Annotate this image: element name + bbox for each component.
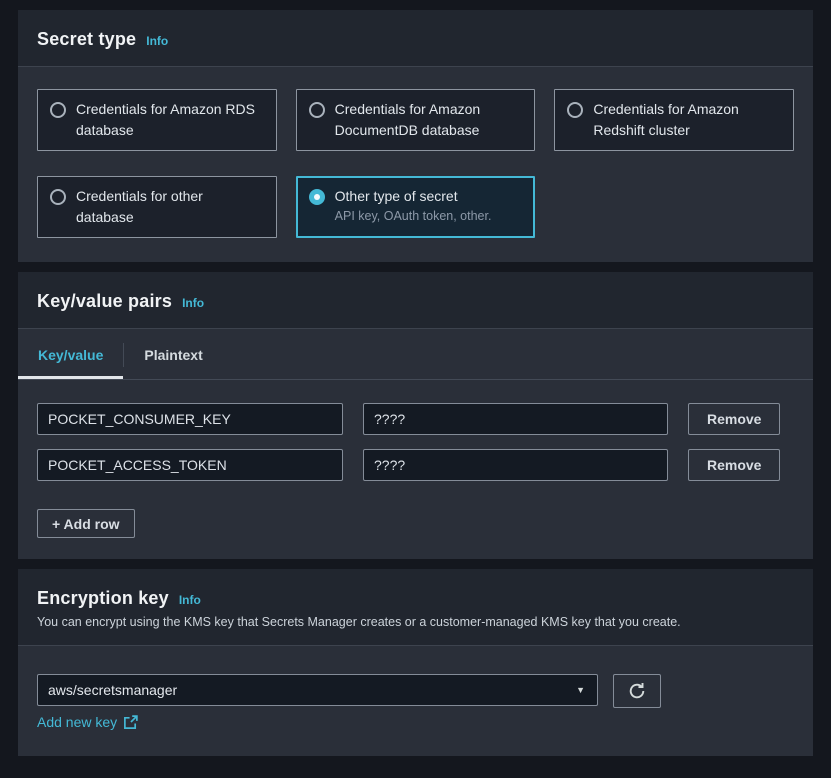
key-value-pairs-info-link[interactable]: Info: [182, 296, 204, 310]
option-label: Credentials for Amazon DocumentDB databa…: [335, 99, 523, 141]
refresh-button[interactable]: [613, 674, 661, 708]
add-new-key-label: Add new key: [37, 714, 117, 730]
secret-type-body: Credentials for Amazon RDS database Cred…: [18, 67, 813, 262]
kv-row: Remove: [37, 449, 794, 481]
radio-unchecked-icon[interactable]: [50, 189, 66, 205]
kv-row: Remove: [37, 403, 794, 435]
encryption-key-title: Encryption key: [37, 588, 169, 609]
option-card-rds[interactable]: Credentials for Amazon RDS database: [37, 89, 277, 151]
radio-unchecked-icon[interactable]: [309, 102, 325, 118]
kv-value-input[interactable]: [363, 403, 668, 435]
option-label: Credentials for Amazon RDS database: [76, 99, 264, 141]
option-label: Other type of secret: [335, 186, 492, 207]
remove-row-button[interactable]: Remove: [688, 403, 780, 435]
key-value-pairs-title: Key/value pairs: [37, 291, 172, 312]
encryption-key-body: aws/secretsmanager ▼ Add new key: [18, 646, 813, 756]
radio-unchecked-icon[interactable]: [50, 102, 66, 118]
tab-key-value[interactable]: Key/value: [18, 329, 123, 379]
option-label: Credentials for other database: [76, 186, 264, 228]
secret-type-title: Secret type: [37, 29, 136, 50]
kv-key-input[interactable]: [37, 403, 343, 435]
kms-key-selected-value: aws/secretsmanager: [48, 682, 177, 698]
option-card-other-database[interactable]: Credentials for other database: [37, 176, 277, 238]
option-card-redshift[interactable]: Credentials for Amazon Redshift cluster: [554, 89, 794, 151]
encryption-key-info-link[interactable]: Info: [179, 593, 201, 607]
radio-unchecked-icon[interactable]: [567, 102, 583, 118]
encryption-key-panel: Encryption key Info You can encrypt usin…: [18, 569, 813, 756]
add-new-key-link[interactable]: Add new key: [37, 714, 138, 730]
secret-type-info-link[interactable]: Info: [146, 34, 168, 48]
kms-key-select[interactable]: aws/secretsmanager ▼: [37, 674, 598, 706]
radio-checked-icon[interactable]: [309, 189, 325, 205]
kv-key-input[interactable]: [37, 449, 343, 481]
remove-row-button[interactable]: Remove: [688, 449, 780, 481]
secret-type-options: Credentials for Amazon RDS database Cred…: [37, 89, 794, 238]
option-card-other-secret[interactable]: Other type of secret API key, OAuth toke…: [296, 176, 536, 238]
external-link-icon: [123, 715, 138, 730]
key-value-pairs-panel: Key/value pairs Info Key/value Plaintext…: [18, 272, 813, 559]
option-card-documentdb[interactable]: Credentials for Amazon DocumentDB databa…: [296, 89, 536, 151]
option-label: Credentials for Amazon Redshift cluster: [593, 99, 781, 141]
kv-rows-area: Remove Remove + Add row: [18, 380, 813, 559]
secret-type-panel: Secret type Info Credentials for Amazon …: [18, 10, 813, 262]
refresh-icon: [628, 682, 646, 700]
page: Secret type Info Credentials for Amazon …: [0, 0, 831, 778]
option-description: API key, OAuth token, other.: [335, 208, 492, 225]
encryption-key-description: You can encrypt using the KMS key that S…: [37, 615, 794, 629]
kv-tabs: Key/value Plaintext: [18, 329, 813, 380]
chevron-down-icon: ▼: [576, 685, 585, 695]
encryption-key-header: Encryption key Info You can encrypt usin…: [18, 569, 813, 646]
add-row-button[interactable]: + Add row: [37, 509, 135, 538]
secret-type-header: Secret type Info: [18, 10, 813, 67]
key-value-pairs-header: Key/value pairs Info: [18, 272, 813, 329]
tab-plaintext[interactable]: Plaintext: [124, 329, 222, 379]
kv-value-input[interactable]: [363, 449, 668, 481]
